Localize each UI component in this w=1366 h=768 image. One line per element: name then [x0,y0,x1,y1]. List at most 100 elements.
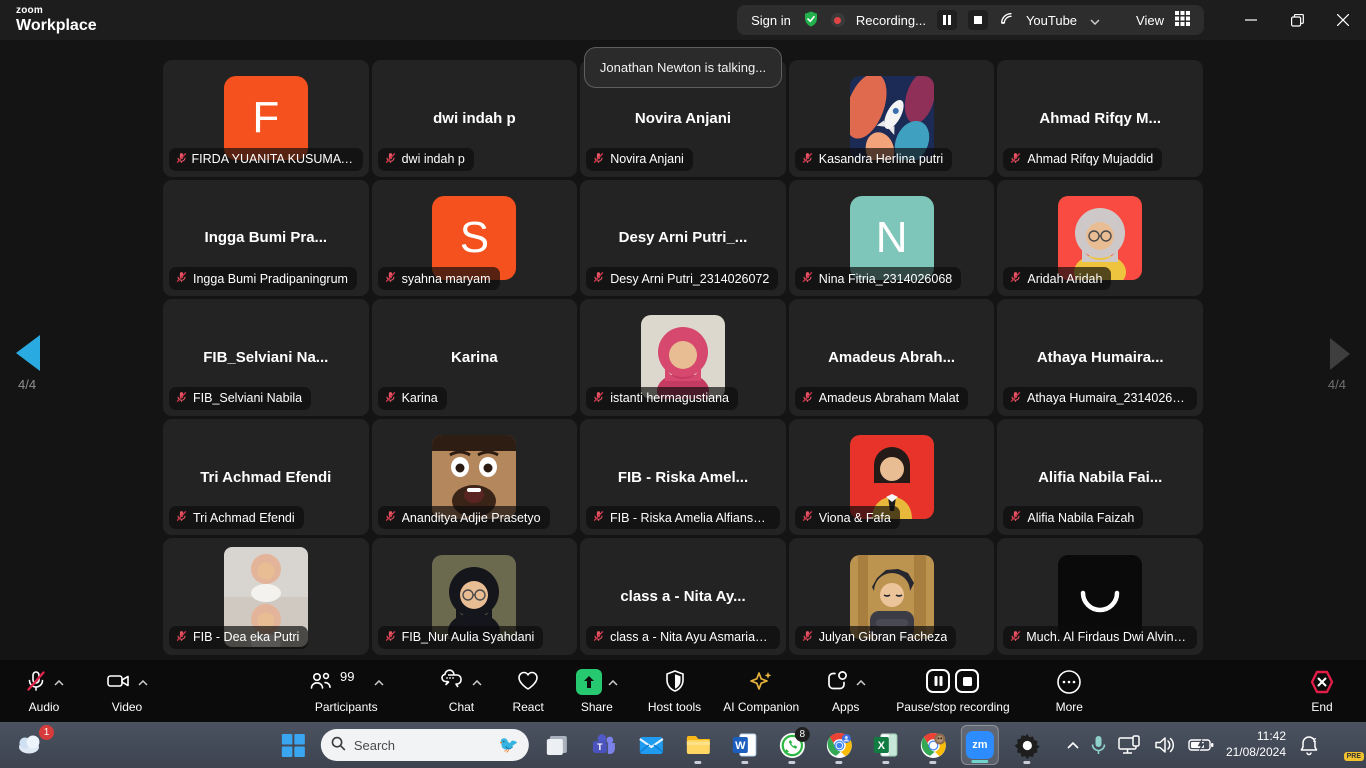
participant-tile[interactable]: Ssyahna maryam [372,180,578,297]
chat-button[interactable]: Chat [440,660,482,714]
participant-tile[interactable]: Ananditya Adjie Prasetyo [372,419,578,536]
participant-tile[interactable]: FIB_Selviani Na...FIB_Selviani Nabila [163,299,369,416]
chat-chevron-icon[interactable] [472,673,482,691]
start-button[interactable] [274,725,312,765]
mic-muted-icon [1009,151,1022,168]
search-icon [331,736,346,754]
chrome-icon[interactable] [820,725,858,765]
pause-icon[interactable] [926,669,950,693]
sparkle-icon [748,669,774,698]
participant-tile[interactable]: Aridah Aridah [997,180,1203,297]
participant-name: FIRDA YUANITA KUSUMA WA... [192,152,354,166]
search-highlight-bird-icon[interactable]: 🐦 [499,735,519,755]
more-ellipsis-icon [1056,669,1082,700]
copilot-pre-badge: PRE [1344,752,1364,761]
security-shield-icon [802,10,820,31]
participant-tile[interactable]: Ahmad Rifqy M...Ahmad Rifqy Mujaddid [997,60,1203,177]
participant-tile[interactable]: Ingga Bumi Pra...Ingga Bumi Pradipaningr… [163,180,369,297]
copilot-icon[interactable]: PRE [1332,732,1358,758]
apps-chevron-icon[interactable] [856,673,866,691]
video-gallery: FFIRDA YUANITA KUSUMA WA...dwi indah pdw… [0,40,1366,660]
taskbar-clock[interactable]: 11:42 21/08/2024 [1226,729,1286,760]
participant-name: istanti hermagustiana [610,391,729,405]
audio-options-chevron-icon[interactable] [54,673,64,691]
whatsapp-icon[interactable]: 8 [773,725,811,765]
mic-muted-icon [1009,509,1022,526]
participant-tile[interactable]: FFIRDA YUANITA KUSUMA WA... [163,60,369,177]
react-button[interactable]: React [512,660,543,714]
chrome-profile-icon[interactable] [914,725,952,765]
weather-widget[interactable]: 1 [16,730,50,760]
participant-tile[interactable]: Athaya Humaira...Athaya Humaira_23140260… [997,299,1203,416]
participants-button[interactable]: 99 Participants [308,660,384,714]
participant-tile[interactable]: Alifia Nabila Fai...Alifia Nabila Faizah [997,419,1203,536]
stop-icon[interactable] [955,669,979,693]
participant-tile[interactable]: Desy Arni Putri_...Desy Arni Putri_23140… [580,180,786,297]
ai-companion-button[interactable]: AI Companion [723,660,799,714]
running-indicator [741,761,748,764]
tray-battery-icon[interactable] [1188,737,1214,753]
participant-tile[interactable]: FIB - Dea eka Putri [163,538,369,655]
participant-tile[interactable]: FIB_Nur Aulia Syahdani [372,538,578,655]
svg-text:T: T [597,742,603,752]
excel-icon[interactable]: X [867,725,905,765]
host-tools-button[interactable]: Host tools [648,660,701,714]
apps-button[interactable]: Apps [825,660,866,714]
participant-tile[interactable]: istanti hermagustiana [580,299,786,416]
gallery-view-grid-icon[interactable] [1175,11,1190,29]
youtube-stream-label[interactable]: YouTube [1026,13,1077,28]
word-icon[interactable]: W [726,725,764,765]
tray-expand-chevron-icon[interactable] [1067,741,1079,749]
tray-volume-icon[interactable] [1154,736,1176,754]
chevron-down-icon[interactable] [1090,13,1100,28]
video-options-chevron-icon[interactable] [138,673,148,691]
participant-tile[interactable]: NNina Fitria_2314026068 [789,180,995,297]
audio-button[interactable]: Audio [24,660,64,714]
more-button[interactable]: More [1056,660,1083,714]
view-button[interactable]: View [1136,13,1164,28]
participant-tile[interactable]: dwi indah pdwi indah p [372,60,578,177]
task-view-button[interactable] [538,725,576,765]
participant-tile[interactable]: Tri Achmad EfendiTri Achmad Efendi [163,419,369,536]
close-button[interactable] [1320,0,1366,40]
next-page-arrow[interactable] [1330,338,1350,370]
participant-name-pill: Desy Arni Putri_2314026072 [586,267,778,290]
participant-tile[interactable]: KarinaKarina [372,299,578,416]
mic-muted-icon [1009,270,1022,287]
participant-tile[interactable]: class a - Nita Ay...class a - Nita Ayu A… [580,538,786,655]
participant-tile[interactable]: Amadeus Abrah...Amadeus Abraham Malat [789,299,995,416]
participant-tile[interactable]: Kasandra Herlina putri [789,60,995,177]
participant-name-pill: Karina [378,387,447,410]
participant-tile[interactable]: Julyan Gibran Facheza [789,538,995,655]
file-explorer-icon[interactable] [679,725,717,765]
minimize-button[interactable] [1228,0,1274,40]
mail-icon[interactable] [632,725,670,765]
participants-chevron-icon[interactable] [374,673,384,691]
share-button[interactable]: Share [576,660,618,714]
participant-name-pill: Alifia Nabila Faizah [1003,506,1143,529]
previous-page-arrow[interactable] [16,335,40,371]
notification-bell-icon[interactable]: z [1298,734,1320,756]
settings-gear-icon[interactable] [1008,725,1046,765]
participant-name: Ananditya Adjie Prasetyo [402,511,541,525]
sign-in-button[interactable]: Sign in [751,13,791,28]
teams-icon[interactable]: T [585,725,623,765]
stop-recording-button[interactable] [968,10,988,30]
search-input[interactable]: Search 🐦 [321,729,529,761]
tray-display-cast-icon[interactable] [1118,735,1142,755]
participant-tile[interactable]: Much. Al Firdaus Dwi Alvinsya... [997,538,1203,655]
mic-muted-icon [801,270,814,287]
zoom-app-icon[interactable]: zm [961,725,999,765]
pause-stop-recording-button[interactable]: Pause/stop recording [896,660,1009,714]
video-button[interactable]: Video [106,660,148,714]
participant-name-pill: class a - Nita Ayu Asmarianto [586,626,780,649]
tray-microphone-icon[interactable] [1091,735,1106,755]
share-chevron-icon[interactable] [608,673,618,691]
pause-recording-button[interactable] [937,10,957,30]
restore-button[interactable] [1274,0,1320,40]
participant-tile[interactable]: FIB - Riska Amel...FIB - Riska Amelia Al… [580,419,786,536]
end-meeting-button[interactable]: End [1308,660,1336,714]
participant-tile[interactable]: Viona & Fafa [789,419,995,536]
shield-icon [663,669,687,698]
live-stream-icon [999,11,1015,30]
